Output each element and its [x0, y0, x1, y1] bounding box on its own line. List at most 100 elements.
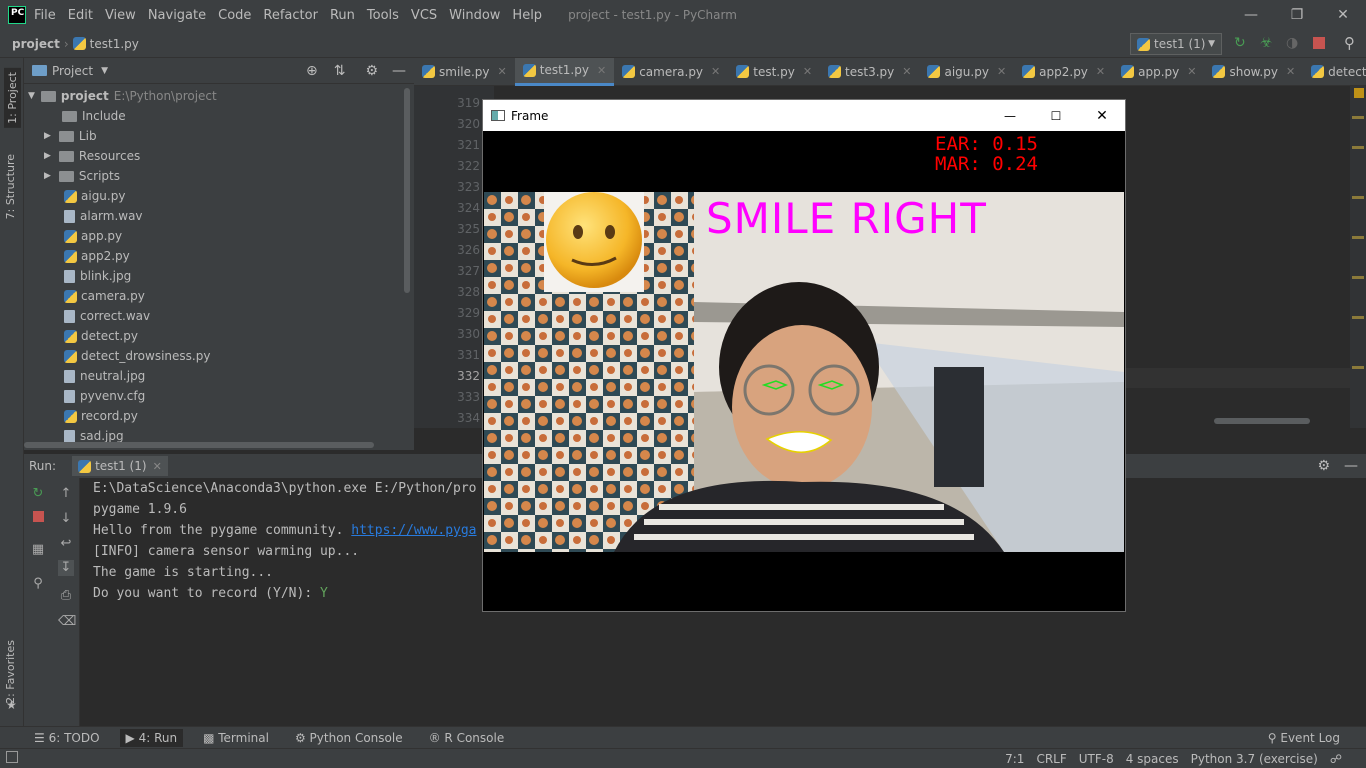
close-tab-icon[interactable]: ✕	[1187, 65, 1196, 78]
run-configuration-select[interactable]: test1 (1) ▼	[1130, 33, 1222, 55]
tab-test[interactable]: test.py ✕	[728, 58, 820, 86]
menu-file[interactable]: File	[34, 8, 56, 23]
tab-structure[interactable]: 7: Structure	[4, 154, 17, 219]
tab-app[interactable]: app.py ✕	[1113, 58, 1204, 86]
tab-app2[interactable]: app2.py ✕	[1014, 58, 1113, 86]
marker[interactable]	[1352, 146, 1364, 149]
file-encoding[interactable]: UTF-8	[1079, 752, 1114, 766]
close-tab-icon[interactable]: ✕	[498, 65, 507, 78]
tree-file[interactable]: camera.py	[64, 286, 145, 306]
close-tab-icon[interactable]: ✕	[902, 65, 911, 78]
tab-terminal[interactable]: ▩ Terminal	[197, 729, 275, 747]
menu-code[interactable]: Code	[218, 8, 251, 23]
hide-icon[interactable]: —	[1344, 458, 1358, 474]
tree-folder[interactable]: ▶ Lib	[44, 126, 97, 146]
menu-run[interactable]: Run	[330, 8, 355, 23]
frame-window[interactable]: Frame — ☐ ✕ EAR: 0.15 MAR: 0.24 SMILE RI…	[482, 99, 1126, 612]
marker[interactable]	[1352, 276, 1364, 279]
close-tab-icon[interactable]: ✕	[711, 65, 720, 78]
frame-title-bar[interactable]: Frame — ☐ ✕	[483, 100, 1125, 131]
close-tab-icon[interactable]: ✕	[1286, 65, 1295, 78]
menu-vcs[interactable]: VCS	[411, 8, 437, 23]
pin-icon[interactable]: ⚲	[30, 576, 46, 592]
scroll-to-end-icon[interactable]: ↧	[58, 560, 74, 576]
toggle-tool-windows-icon[interactable]	[6, 751, 18, 763]
tree-file[interactable]: neutral.jpg	[64, 366, 145, 386]
chevron-down-icon[interactable]: ▼	[101, 66, 108, 76]
caret-position[interactable]: 7:1	[1005, 752, 1024, 766]
up-arrow-icon[interactable]: ↑	[58, 486, 74, 502]
tab-project[interactable]: 1: Project	[4, 68, 21, 128]
editor-scrollbar[interactable]	[1214, 418, 1310, 424]
indent-setting[interactable]: 4 spaces	[1126, 752, 1179, 766]
breadcrumb-file[interactable]: test1.py	[90, 37, 139, 51]
vertical-scrollbar[interactable]	[404, 88, 410, 293]
gear-icon[interactable]: ⚙	[1317, 458, 1330, 474]
tree-file[interactable]: record.py	[64, 406, 138, 426]
tree-file[interactable]: app.py	[64, 226, 122, 246]
trash-icon[interactable]: ⌫	[58, 614, 76, 630]
minimize-icon[interactable]: —	[987, 109, 1033, 123]
debug-icon[interactable]: ☣	[1260, 35, 1273, 51]
menu-refactor[interactable]: Refactor	[263, 8, 318, 23]
tab-favorites[interactable]: 2: Favorites	[4, 640, 17, 704]
collapse-icon[interactable]: ⇅	[334, 63, 346, 79]
run-tab[interactable]: test1 (1) ✕	[72, 456, 168, 476]
layout-icon[interactable]: ▦	[30, 542, 46, 558]
tab-python-console[interactable]: ⚙ Python Console	[289, 729, 409, 747]
stop-icon[interactable]	[1313, 37, 1325, 49]
menu-help[interactable]: Help	[512, 8, 542, 23]
tree-folder[interactable]: ▶ Scripts	[44, 166, 120, 186]
tab-show[interactable]: show.py ✕	[1204, 58, 1303, 86]
marker[interactable]	[1352, 236, 1364, 239]
coverage-icon[interactable]: ◑	[1286, 35, 1298, 51]
tree-file[interactable]: aigu.py	[64, 186, 125, 206]
locate-icon[interactable]: ⊕	[306, 63, 318, 79]
tab-aigu[interactable]: aigu.py ✕	[919, 58, 1014, 86]
restore-icon[interactable]: ❐	[1274, 0, 1320, 30]
menu-tools[interactable]: Tools	[367, 8, 399, 23]
down-arrow-icon[interactable]: ↓	[58, 511, 74, 527]
stop-icon[interactable]	[30, 511, 46, 527]
breadcrumb-project[interactable]: project	[12, 37, 60, 51]
project-panel-title[interactable]: Project	[52, 64, 93, 78]
tab-smile[interactable]: smile.py ✕	[414, 58, 515, 86]
maximize-icon[interactable]: ☐	[1033, 109, 1079, 123]
rerun-icon[interactable]: ↻	[1234, 35, 1246, 51]
menu-view[interactable]: View	[105, 8, 136, 23]
tree-file[interactable]: blink.jpg	[64, 266, 131, 286]
tab-event-log[interactable]: ⚲ Event Log	[1262, 729, 1346, 747]
close-tab-icon[interactable]: ✕	[997, 65, 1006, 78]
lock-icon[interactable]: ☍	[1330, 752, 1342, 766]
tab-camera[interactable]: camera.py ✕	[614, 58, 728, 86]
menu-window[interactable]: Window	[449, 8, 500, 23]
tree-root[interactable]: ▼ project E:\Python\project	[28, 86, 217, 106]
tab-detect[interactable]: detect.py	[1303, 58, 1366, 86]
horizontal-scrollbar[interactable]	[24, 442, 374, 448]
marker[interactable]	[1352, 366, 1364, 369]
console-link[interactable]: https://www.pyga	[351, 523, 476, 538]
rerun-icon[interactable]: ↻	[30, 486, 46, 502]
tree-file[interactable]: pyvenv.cfg	[64, 386, 145, 406]
tab-r-console[interactable]: ® R Console	[423, 729, 511, 747]
close-tab-icon[interactable]: ✕	[803, 65, 812, 78]
tree-file[interactable]: detect.py	[64, 326, 138, 346]
tab-run[interactable]: ▶ 4: Run	[119, 728, 184, 747]
marker[interactable]	[1352, 316, 1364, 319]
close-tab-icon[interactable]: ✕	[597, 64, 606, 77]
line-separator[interactable]: CRLF	[1036, 752, 1066, 766]
search-icon[interactable]: ⚲	[1344, 34, 1355, 52]
menu-navigate[interactable]: Navigate	[148, 8, 206, 23]
menu-edit[interactable]: Edit	[68, 8, 93, 23]
close-icon[interactable]: ✕	[1320, 0, 1366, 30]
python-interpreter[interactable]: Python 3.7 (exercise)	[1191, 752, 1318, 766]
tree-file[interactable]: correct.wav	[64, 306, 150, 326]
tree-file[interactable]: detect_drowsiness.py	[64, 346, 210, 366]
close-icon[interactable]: ✕	[1079, 108, 1125, 124]
tab-test1[interactable]: test1.py ✕	[514, 57, 615, 86]
tab-test3[interactable]: test3.py ✕	[820, 58, 919, 86]
tab-todo[interactable]: ☰ 6: TODO	[28, 729, 106, 747]
print-icon[interactable]: ⎙	[58, 588, 74, 604]
hide-icon[interactable]: —	[392, 63, 406, 79]
tree-file[interactable]: alarm.wav	[64, 206, 143, 226]
